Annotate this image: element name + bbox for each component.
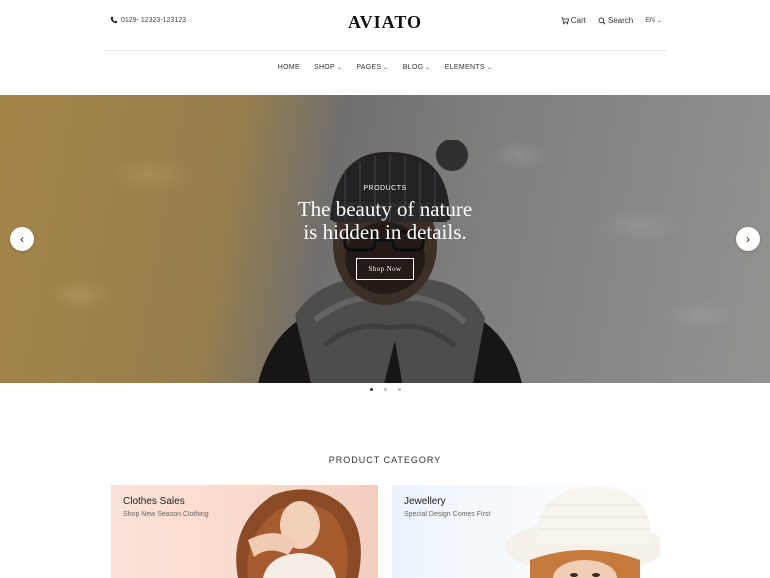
chevron-down-icon: ⌄ [424, 65, 432, 71]
clothes-model-image [236, 489, 361, 578]
category-card-jewellery[interactable]: Jewellery Special Design Comes First [392, 485, 660, 578]
nav-label: HOME [277, 64, 300, 71]
search-label: Search [607, 16, 634, 25]
search-icon [598, 17, 606, 25]
card-title: Jewellery [404, 496, 446, 507]
chevron-right-icon: › [746, 232, 750, 246]
language-selector[interactable]: EN ⌄ [645, 17, 662, 24]
header-divider [104, 50, 667, 51]
slider-dot-1[interactable] [369, 388, 373, 391]
nav-label: PAGES [356, 64, 382, 71]
hero-title-line-1: The beauty of nature [297, 197, 473, 221]
category-card-clothes[interactable]: Clothes Sales Shop New Season Clothing [111, 485, 378, 578]
nav-label: BLOG [402, 64, 424, 71]
chevron-down-icon: ⌄ [336, 65, 344, 71]
slider-next-button[interactable]: › [736, 227, 760, 251]
nav-item-shop[interactable]: SHOP ⌄ [313, 62, 344, 73]
nav-label: ELEMENTS [444, 64, 485, 71]
slider-dot-2[interactable] [383, 388, 387, 391]
top-bar: 0129- 12323-123123 AVIATO Cart Search EN… [0, 0, 770, 50]
header-actions: Cart Search EN ⌄ [561, 16, 662, 25]
hero-eyebrow: PRODUCTS [363, 185, 407, 192]
cart-label: Cart [570, 16, 586, 25]
slider-dot-3[interactable] [397, 388, 401, 391]
nav-label: SHOP [313, 64, 336, 71]
nav-item-home[interactable]: HOME [278, 62, 300, 73]
chevron-left-icon: ‹ [20, 232, 24, 246]
jewellery-model-image [505, 486, 660, 578]
slider-prev-button[interactable]: ‹ [10, 227, 34, 251]
search-link[interactable]: Search [598, 16, 633, 25]
hero-title-line-2: is hidden in details. [303, 220, 467, 244]
hero-caption: PRODUCTS The beauty of nature is hidden … [0, 185, 770, 280]
card-title: Clothes Sales [123, 496, 185, 507]
hero-title: The beauty of nature is hidden in detail… [0, 198, 770, 244]
cart-icon [561, 16, 569, 24]
card-subtitle: Shop New Season Clothing [123, 511, 209, 518]
slider-dots [0, 388, 770, 391]
cart-link[interactable]: Cart [561, 16, 586, 25]
chevron-down-icon: ⌄ [486, 65, 494, 71]
shop-now-button[interactable]: Shop Now [355, 258, 415, 280]
nav-item-elements[interactable]: ELEMENTS ⌄ [444, 62, 494, 73]
language-label: EN [645, 17, 655, 24]
nav-item-blog[interactable]: BLOG ⌄ [403, 62, 431, 73]
main-nav: HOME SHOP ⌄ PAGES ⌄ BLOG ⌄ ELEMENTS ⌄ [0, 62, 770, 73]
hero-slider: PRODUCTS The beauty of nature is hidden … [0, 95, 770, 383]
chevron-down-icon: ⌄ [656, 18, 662, 24]
product-category-title: PRODUCT CATEGORY [328, 455, 442, 465]
chevron-down-icon: ⌄ [382, 65, 390, 71]
card-subtitle: Special Design Comes First [404, 511, 491, 518]
nav-item-pages[interactable]: PAGES ⌄ [356, 62, 390, 73]
